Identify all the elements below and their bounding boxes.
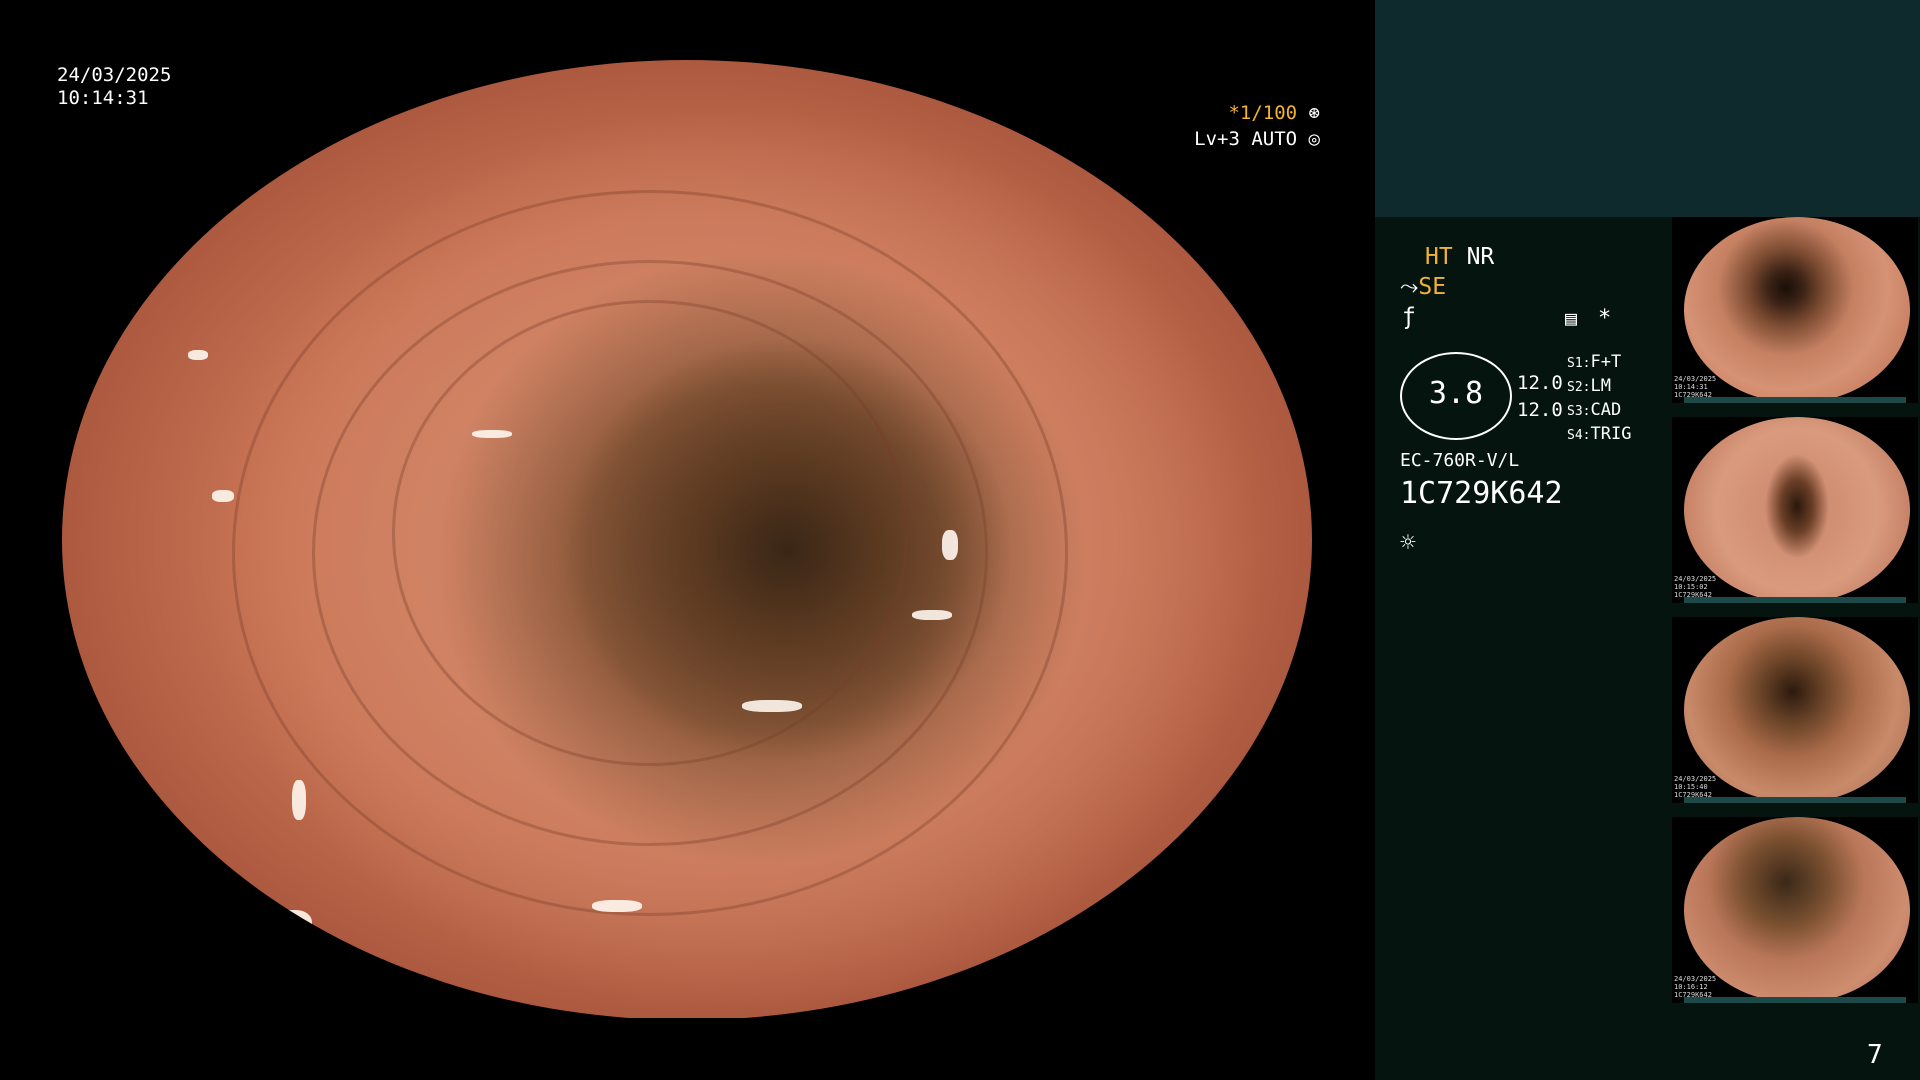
- light-reflection: [212, 490, 234, 502]
- thumbnail-image: [1684, 817, 1910, 1003]
- s3-key: S3:: [1567, 404, 1591, 419]
- thumbnail-marker: [1684, 797, 1906, 803]
- thumbnail-marker: [1684, 397, 1906, 403]
- thumbnail-label: 24/03/2025 10:14:31 1C729K642: [1674, 375, 1717, 399]
- date-text: 24/03/2025: [57, 64, 172, 86]
- thumbnail[interactable]: 24/03/2025 10:15:40 1C729K642: [1672, 617, 1918, 803]
- light-reflection: [472, 430, 512, 438]
- level-text: Lv+3 AUTO: [1194, 128, 1298, 150]
- s1-key: S1:: [1567, 356, 1591, 371]
- gauge: 3.8: [1400, 352, 1512, 440]
- thumbnail-label: 24/03/2025 10:16:12 1C729K642: [1674, 975, 1717, 999]
- auto-iris-icon: ◎: [1308, 128, 1320, 150]
- light-reflection: [292, 780, 306, 820]
- value-2: 12.0: [1517, 399, 1563, 421]
- thumbnail[interactable]: 24/03/2025 10:16:12 1C729K642: [1672, 817, 1918, 1003]
- info-panel-header: [1375, 0, 1920, 217]
- thumbnail-image: [1684, 217, 1910, 403]
- thumbnail-label: 24/03/2025 10:15:40 1C729K642: [1674, 775, 1717, 799]
- s1-value: F+T: [1590, 352, 1622, 372]
- scope-curve-icon: ⤳: [1400, 274, 1419, 300]
- light-reflection: [942, 530, 958, 560]
- scope-model: EC-760R-V/L: [1400, 450, 1520, 471]
- nr-label: NR: [1466, 244, 1495, 270]
- ht-label: HT: [1425, 244, 1453, 270]
- thumbnail[interactable]: 24/03/2025 10:14:31 1C729K642: [1672, 217, 1918, 403]
- light-reflection: [188, 350, 208, 360]
- light-icon: ☼: [1400, 528, 1416, 558]
- f-label: ƒ: [1402, 304, 1416, 330]
- shutter-icon: ⊛: [1308, 102, 1320, 124]
- s3-value: CAD: [1590, 400, 1622, 420]
- asterisk-mark: *: [1598, 306, 1612, 331]
- settings-list-icon: ▤: [1565, 306, 1578, 330]
- se-label: SE: [1418, 274, 1447, 300]
- thumbnail-strip: 24/03/2025 10:14:31 1C729K642 24/03/2025…: [1670, 217, 1920, 1017]
- light-reflection: [742, 700, 802, 712]
- s4-key: S4:: [1567, 428, 1591, 443]
- s2-value: LM: [1590, 376, 1611, 396]
- thumbnail-image: [1684, 617, 1910, 803]
- view-mask-bottom: [0, 1018, 1375, 1080]
- thumbnail[interactable]: 24/03/2025 10:15:02 1C729K642: [1672, 417, 1918, 603]
- s4-value: TRIG: [1590, 424, 1632, 444]
- thumbnail-marker: [1684, 997, 1906, 1003]
- scope-serial: 1C729K642: [1400, 476, 1563, 511]
- exposure-overlay: *1/100 ⊛ Lv+3 AUTO ◎: [1194, 100, 1320, 152]
- view-mask-top: [0, 0, 1375, 60]
- thumbnail-image: [1684, 417, 1910, 603]
- light-reflection: [592, 900, 642, 912]
- light-reflection: [272, 910, 312, 940]
- datetime-overlay: 24/03/2025 10:14:31: [57, 64, 171, 110]
- time-text: 10:14:31: [57, 87, 149, 109]
- thumbnail-label: 24/03/2025 10:15:02 1C729K642: [1674, 575, 1717, 599]
- page-number: 7: [1867, 1040, 1883, 1070]
- endoscope-image: [62, 60, 1312, 1020]
- mucosa-fold: [392, 300, 908, 766]
- shutter-speed: *1/100: [1228, 102, 1298, 124]
- value-1: 12.0: [1517, 372, 1563, 394]
- gauge-value: 3.8: [1428, 376, 1484, 411]
- s2-key: S2:: [1567, 380, 1591, 395]
- thumbnail-marker: [1684, 597, 1906, 603]
- light-reflection: [912, 610, 952, 620]
- endoscope-main-view: [0, 0, 1375, 1080]
